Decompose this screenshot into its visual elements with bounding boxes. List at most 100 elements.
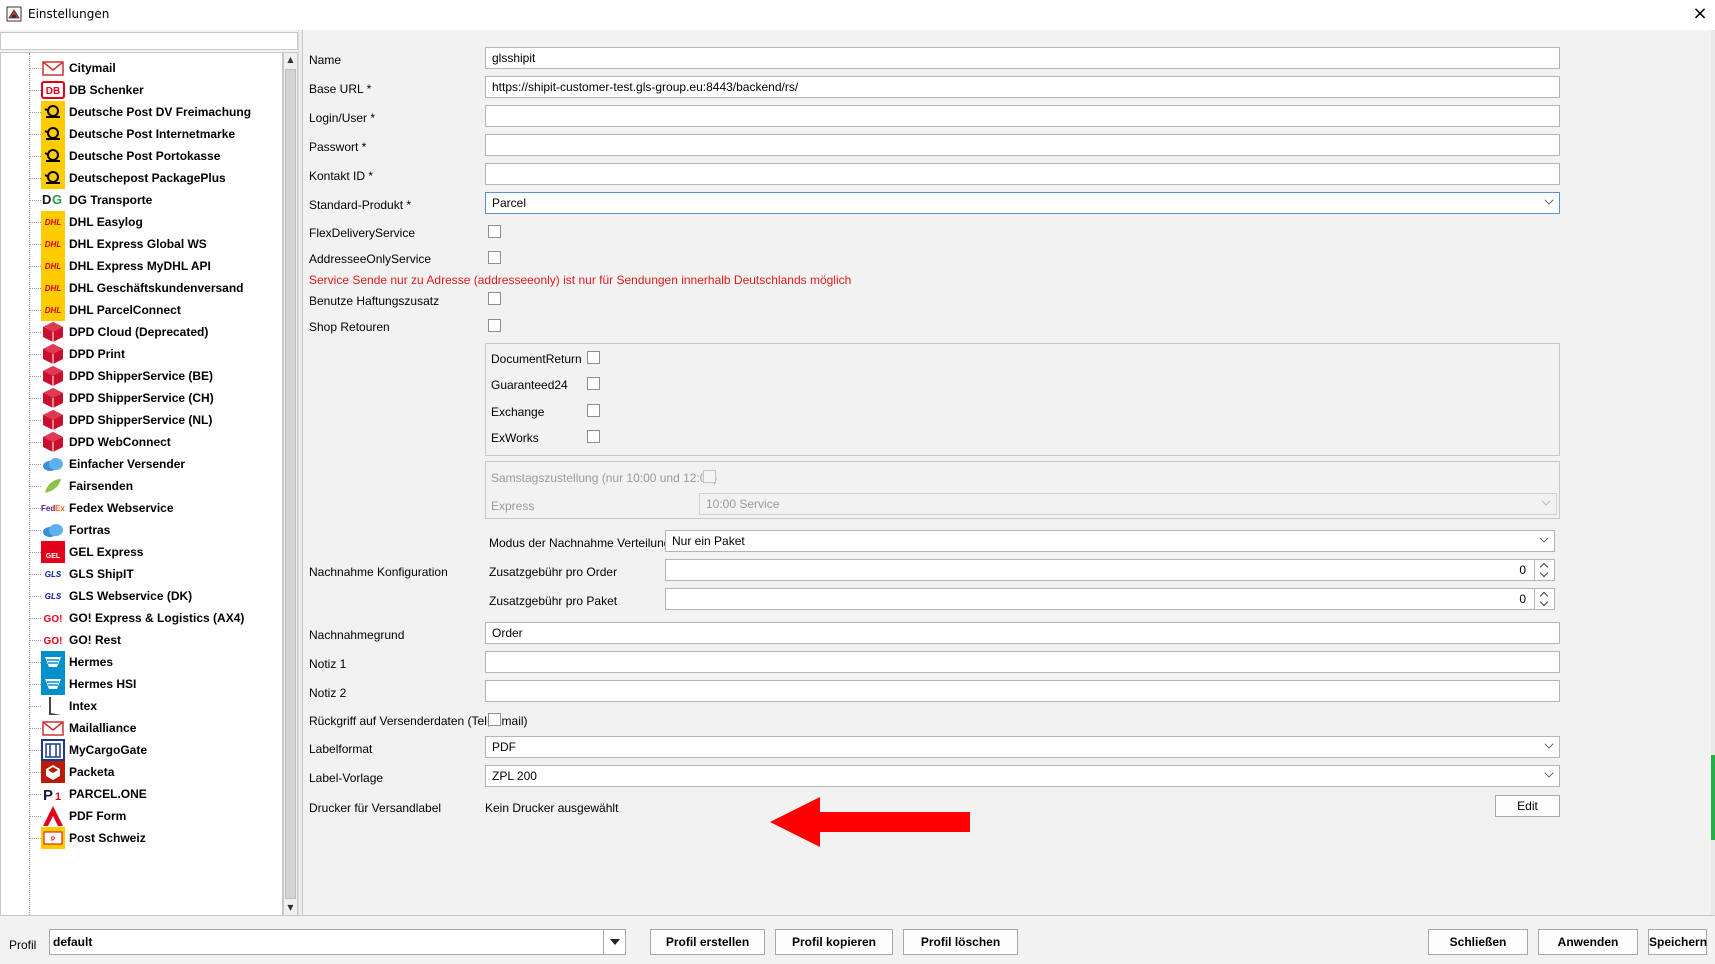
nachnahme-modus-select[interactable]: Nur ein Paket [665, 530, 1555, 552]
scroll-up-icon[interactable]: ▲ [284, 53, 297, 67]
standard-produkt-select[interactable]: Parcel [485, 192, 1560, 214]
carrier-item[interactable]: DHL DHL Easylog [29, 210, 282, 234]
standard-produkt-label: Standard-Produkt * [309, 198, 412, 212]
envelope-icon [41, 57, 65, 79]
drucker-label: Drucker für Versandlabel [309, 801, 442, 815]
svg-text:DB: DB [46, 86, 60, 97]
edge-indicator [1711, 755, 1715, 840]
tree-guide-line [29, 244, 41, 245]
scroll-thumb[interactable] [285, 69, 296, 899]
anwenden-button[interactable]: Anwenden [1538, 929, 1638, 955]
flex-delivery-checkbox[interactable] [488, 225, 501, 238]
carrier-item[interactable]: Einfacher Versender [29, 452, 282, 476]
close-icon[interactable]: × [1688, 2, 1712, 26]
base-url-input[interactable]: https://shipit-customer-test.gls-group.e… [485, 76, 1560, 98]
carrier-item[interactable]: DPD ShipperService (BE) [29, 364, 282, 388]
profil-erstellen-button[interactable]: Profil erstellen [650, 929, 765, 955]
zusatzgebuehr-paket-spinner[interactable]: 0 [665, 588, 1555, 610]
labelformat-select[interactable]: PDF [485, 736, 1560, 758]
svg-text:GO!: GO! [44, 636, 63, 647]
carrier-item[interactable]: Hermes [29, 650, 282, 674]
zusatzgebuehr-order-spinner[interactable]: 0 [665, 559, 1555, 581]
carrier-item[interactable]: DHL DHL Geschäftskundenversand [29, 276, 282, 300]
label-vorlage-label: Label-Vorlage [309, 771, 384, 785]
express-select[interactable]: 10:00 Service [699, 493, 1557, 515]
carrier-item[interactable]: P Post Schweiz [29, 826, 282, 850]
carrier-item[interactable]: DHL DHL Express MyDHL API [29, 254, 282, 278]
carrier-item[interactable]: DPD Cloud (Deprecated) [29, 320, 282, 344]
carrier-filter-input[interactable] [0, 32, 298, 50]
carrier-item[interactable]: Deutsche Post Portokasse [29, 144, 282, 168]
kontakt-id-input[interactable] [485, 163, 1560, 185]
rueckgriff-checkbox[interactable] [488, 713, 501, 726]
carrier-item[interactable]: DHL DHL Express Global WS [29, 232, 282, 256]
carrier-item[interactable]: P 1 PARCEL.ONE [29, 782, 282, 806]
name-input[interactable]: glsshipit [485, 47, 1560, 69]
scroll-down-icon[interactable]: ▼ [284, 901, 297, 915]
tree-guide-line [29, 794, 41, 795]
speichern-button[interactable]: Speichern [1648, 929, 1707, 955]
nachnahmegrund-input[interactable]: Order [485, 622, 1560, 644]
exchange-checkbox[interactable] [587, 404, 600, 417]
carrier-item[interactable]: GLS GLS ShipIT [29, 562, 282, 586]
carrier-item[interactable]: Hermes HSI [29, 672, 282, 696]
dpd-cube-icon [41, 409, 65, 431]
carrier-item[interactable]: DPD Print [29, 342, 282, 366]
carrier-item[interactable]: PDF Form [29, 804, 282, 828]
label-vorlage-select[interactable]: ZPL 200 [485, 765, 1560, 787]
schliessen-button[interactable]: Schließen [1428, 929, 1528, 955]
svg-text:1: 1 [55, 791, 61, 803]
tree-guide-line [29, 222, 41, 223]
samstag-checkbox[interactable] [703, 470, 716, 483]
carrier-item[interactable]: Deutsche Post DV Freimachung [29, 100, 282, 124]
tree-guide-line [29, 112, 41, 113]
carrier-item[interactable]: DPD ShipperService (CH) [29, 386, 282, 410]
carrier-item[interactable]: DPD ShipperService (NL) [29, 408, 282, 432]
carrier-item[interactable]: Citymail [29, 56, 282, 80]
spinner-arrows-icon[interactable] [1534, 560, 1554, 580]
tree-guide-line [29, 310, 41, 311]
notiz2-input[interactable] [485, 680, 1560, 702]
carrier-item[interactable]: Intex [29, 694, 282, 718]
carrier-item[interactable]: DPD WebConnect [29, 430, 282, 454]
carrier-item[interactable]: DB DB Schenker [29, 78, 282, 102]
carrier-item[interactable]: Deutsche Post Internetmarke [29, 122, 282, 146]
profil-combobox[interactable]: default [49, 929, 626, 955]
carrier-item[interactable]: GEL GEL Express [29, 540, 282, 564]
carrier-item[interactable]: D G DG Transporte [29, 188, 282, 212]
passwort-input[interactable] [485, 134, 1560, 156]
hermes-logo-icon [41, 673, 65, 695]
exworks-checkbox[interactable] [587, 430, 600, 443]
haftungszusatz-checkbox[interactable] [488, 292, 501, 305]
tree-guide-line [29, 530, 41, 531]
carrier-item[interactable]: Fairsenden [29, 474, 282, 498]
carrier-item[interactable]: Packeta [29, 760, 282, 784]
carrier-item[interactable]: GO! GO! Rest [29, 628, 282, 652]
chevron-down-icon [1544, 195, 1554, 205]
carrier-item[interactable]: Fed Ex Fedex Webservice [29, 496, 282, 520]
addressee-only-checkbox[interactable] [488, 251, 501, 264]
drucker-edit-button[interactable]: Edit [1495, 795, 1560, 817]
tree-scrollbar[interactable]: ▲ ▼ [283, 52, 298, 916]
profil-loeschen-button[interactable]: Profil löschen [903, 929, 1018, 955]
shop-retouren-checkbox[interactable] [488, 319, 501, 332]
spinner-arrows-icon[interactable] [1534, 589, 1554, 609]
carrier-item[interactable]: Fortras [29, 518, 282, 542]
carrier-item[interactable]: MyCargoGate [29, 738, 282, 762]
carrier-item[interactable]: DHL DHL ParcelConnect [29, 298, 282, 322]
svg-text:Ex: Ex [55, 504, 65, 513]
db-logo-icon: DB [41, 79, 65, 101]
carrier-item[interactable]: GLS GLS Webservice (DK) [29, 584, 282, 608]
dropdown-arrow-icon[interactable] [603, 930, 625, 954]
notiz1-input[interactable] [485, 651, 1560, 673]
svg-text:DHL: DHL [45, 284, 62, 293]
carrier-item[interactable]: Mailalliance [29, 716, 282, 740]
carrier-item-label: DPD ShipperService (CH) [69, 391, 214, 405]
guaranteed24-checkbox[interactable] [587, 377, 600, 390]
carrier-item[interactable]: Deutschepost PackagePlus [29, 166, 282, 190]
tree-guide-line [29, 816, 41, 817]
document-return-checkbox[interactable] [587, 351, 600, 364]
login-input[interactable] [485, 105, 1560, 127]
profil-kopieren-button[interactable]: Profil kopieren [775, 929, 893, 955]
carrier-item[interactable]: GO! GO! Express & Logistics (AX4) [29, 606, 282, 630]
